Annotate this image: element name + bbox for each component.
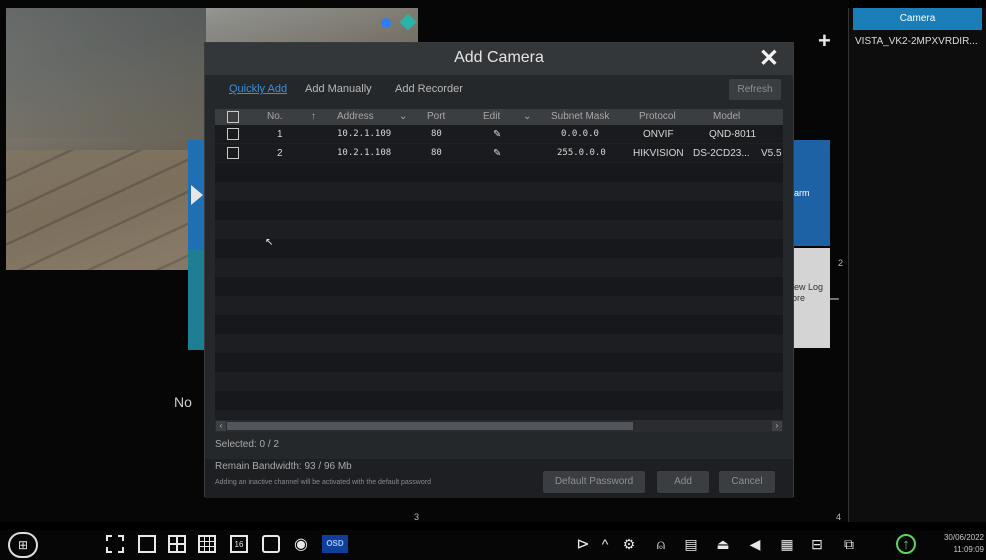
output-icon[interactable]: ⊟ (806, 533, 828, 555)
cancel-button[interactable]: Cancel (719, 471, 775, 493)
cell-no: 2 (277, 148, 283, 159)
custom-layout-icon[interactable] (260, 533, 282, 555)
add-camera-dialog: Add Camera ✕ Quickly Add Add Manually Ad… (204, 42, 794, 498)
add-icon[interactable]: + (818, 30, 831, 52)
view-log-tile[interactable]: iew Log ore (790, 248, 830, 348)
playback-icon[interactable]: ⊳ (572, 533, 594, 555)
mouse-cursor-icon: ↖ (265, 237, 274, 248)
date-text: 30/06/2022 (943, 533, 984, 542)
ptz-icon[interactable]: ⚙ (618, 533, 640, 555)
alarm-speaker-icon[interactable]: ◀ (744, 533, 766, 555)
channel-number: 3 (414, 512, 420, 522)
fullscreen-icon[interactable] (104, 533, 126, 555)
taskbar: ⊞ 16 ◉ OSD ⊳ ^ ⚙ ⍝ ▤ ⏏ ◀ ▦ ⊟ ⧉ ↑ 30/06/2… (0, 530, 986, 560)
cell-protocol: HIKVISION (633, 148, 684, 159)
dialog-title: Add Camera (454, 49, 544, 66)
osd-button[interactable]: OSD (322, 535, 348, 553)
column-header-port[interactable]: Port (427, 111, 445, 122)
cell-model: QND-8011 (709, 129, 757, 140)
table-row[interactable]: 2 10.2.1.108 80 ✎ 255.0.0.0 HIKVISION DS… (215, 144, 783, 163)
cell-version: V5.5 (761, 148, 782, 159)
layout-4-icon[interactable] (166, 533, 188, 555)
layout-1-icon[interactable] (136, 533, 158, 555)
alarm-tile[interactable]: larm (790, 140, 830, 246)
cell-no: 1 (277, 129, 283, 140)
cell-port: 80 (431, 129, 442, 139)
disk-icon[interactable]: ⏏ (712, 533, 734, 555)
horizontal-scrollbar[interactable]: ‹ › (215, 420, 783, 432)
time-text: 11:09:09 (953, 545, 984, 554)
network-icon[interactable]: ⧉ (838, 533, 860, 555)
dialog-titlebar: Add Camera ✕ (205, 43, 793, 75)
column-header-address[interactable]: Address (337, 111, 374, 122)
cell-subnet: 0.0.0.0 (561, 129, 599, 139)
column-header-no[interactable]: No. (267, 111, 283, 122)
add-button[interactable]: Add (657, 471, 709, 493)
no-video-label: No (174, 394, 192, 410)
cell-subnet: 255.0.0.0 (557, 148, 606, 158)
chevron-down-icon[interactable]: ⌄ (523, 111, 531, 122)
column-header-edit[interactable]: Edit (483, 111, 500, 122)
table-header: No. ↑ Address ⌄ Port Edit ⌄ Subnet Mask … (215, 109, 783, 125)
clock: 30/06/2022 11:09:09 (934, 532, 984, 556)
edit-pencil-icon[interactable]: ✎ (493, 148, 501, 159)
channel-number: 2 (838, 258, 844, 268)
edit-pencil-icon[interactable]: ✎ (493, 129, 501, 140)
scrollbar-thumb[interactable] (227, 422, 633, 430)
backup-icon[interactable]: ▦ (776, 533, 798, 555)
user-icon[interactable]: ⍝ (650, 533, 672, 555)
layout-9-icon[interactable] (196, 533, 218, 555)
sort-arrow-icon[interactable]: ↑ (311, 111, 316, 122)
column-header-protocol[interactable]: Protocol (639, 111, 676, 122)
tab-quickly-add[interactable]: Quickly Add (229, 83, 287, 95)
cell-address: 10.2.1.109 (337, 129, 392, 139)
tab-add-recorder[interactable]: Add Recorder (395, 83, 463, 95)
cloud-upgrade-icon[interactable]: ↑ (896, 534, 916, 554)
inactive-channel-note: Adding an inactive channel will be activ… (215, 479, 431, 486)
row-checkbox[interactable] (227, 128, 239, 140)
column-header-subnet-mask[interactable]: Subnet Mask (551, 111, 609, 122)
cell-protocol: ONVIF (643, 129, 674, 140)
cell-model: DS-2CD23... (693, 148, 750, 159)
scroll-right-icon[interactable]: › (772, 421, 782, 431)
camera-list-panel: Camera VISTA_VK2-2MPXVRDIR... (848, 8, 986, 522)
minus-icon[interactable]: – (830, 290, 839, 308)
cell-port: 80 (431, 148, 442, 158)
layout-16-icon[interactable]: 16 (228, 533, 250, 555)
select-all-checkbox[interactable] (227, 111, 239, 123)
camera-search-table: No. ↑ Address ⌄ Port Edit ⌄ Subnet Mask … (215, 109, 783, 432)
cell-address: 10.2.1.108 (337, 148, 392, 158)
channel-number: 4 (836, 512, 842, 522)
chevron-down-icon[interactable]: ⌄ (399, 111, 407, 122)
start-menu-icon[interactable]: ⊞ (8, 532, 38, 558)
dialog-tabs: Quickly Add Add Manually Add Recorder Re… (205, 79, 793, 103)
table-row[interactable]: 1 10.2.1.109 80 ✎ 0.0.0.0 ONVIF QND-8011 (215, 125, 783, 144)
play-icon[interactable] (191, 185, 203, 205)
chevron-up-icon[interactable]: ^ (594, 533, 616, 555)
default-password-button[interactable]: Default Password (543, 471, 645, 493)
camera-list-item[interactable]: VISTA_VK2-2MPXVRDIR... (849, 30, 986, 53)
sequence-view-icon[interactable]: ◉ (290, 533, 312, 555)
close-icon[interactable]: ✕ (759, 45, 779, 73)
scroll-left-icon[interactable]: ‹ (216, 421, 226, 431)
row-checkbox[interactable] (227, 147, 239, 159)
record-icon[interactable]: ▤ (680, 533, 702, 555)
camera-list-header[interactable]: Camera (853, 8, 982, 30)
column-header-model[interactable]: Model (713, 111, 740, 122)
refresh-button[interactable]: Refresh (729, 79, 781, 100)
tab-add-manually[interactable]: Add Manually (305, 83, 372, 95)
empty-table-area (215, 163, 783, 425)
bandwidth-text: Remain Bandwidth: 93 / 96 Mb (215, 461, 352, 472)
selected-count: Selected: 0 / 2 (215, 439, 279, 450)
status-dot-blue (381, 18, 391, 28)
